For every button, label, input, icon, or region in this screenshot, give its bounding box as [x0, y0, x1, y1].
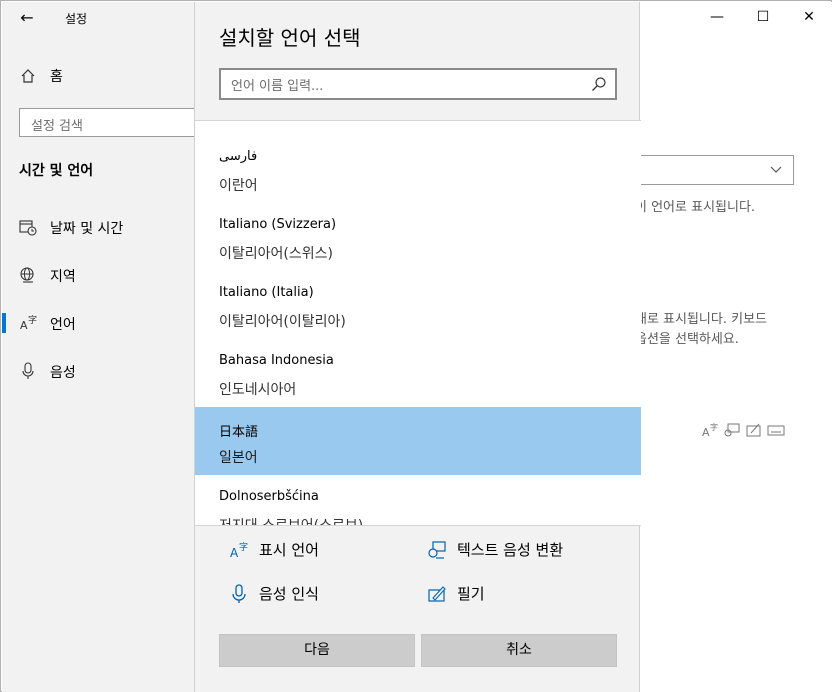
language-search-input[interactable]: 언어 이름 입력... [219, 68, 617, 100]
language-native-name: Bahasa Indonesia [219, 353, 334, 368]
language-local-name: 이란어 [219, 178, 258, 194]
home-icon [21, 69, 35, 83]
svg-text:A: A [702, 426, 710, 439]
next-button[interactable]: 다음 [219, 634, 415, 667]
title-bar: ← 설정 [2, 2, 194, 34]
minimize-button[interactable]: — [694, 9, 740, 33]
svg-text:A: A [20, 319, 28, 332]
language-install-dialog: 설치할 언어 선택 언어 이름 입력... فارسی 이란어 Italiano… [194, 2, 641, 692]
display-language-icon: A 字 [230, 541, 248, 560]
clock-calendar-icon [19, 220, 37, 236]
background-text: 새로 표시됩니다. 키보드 [635, 312, 767, 327]
language-feature-icons: A字 [701, 421, 785, 439]
dialog-title: 설치할 언어 선택 [219, 26, 361, 50]
sidebar-item-region[interactable]: 지역 [2, 260, 194, 290]
language-local-name: 일본어 [219, 450, 258, 466]
microphone-icon [232, 583, 246, 603]
feature-text-to-speech: 텍스트 음성 변환 [427, 539, 563, 560]
search-placeholder: 언어 이름 입력... [231, 79, 324, 94]
sidebar-item-label: 언어 [50, 317, 76, 333]
svg-text:字: 字 [239, 541, 248, 553]
display-language-icon: A字 [702, 422, 718, 439]
sidebar-item-label: 지역 [50, 269, 76, 285]
language-native-name: 日本語 [219, 425, 259, 440]
back-arrow-icon[interactable]: ← [16, 8, 38, 28]
chevron-down-icon [770, 166, 782, 173]
home-label: 홈 [50, 69, 63, 85]
sidebar: ← 설정 홈 설정 검색 시간 및 언어 날짜 및 시간 지역 A 字 언어 음… [2, 2, 197, 692]
feature-label: 텍스트 음성 변환 [457, 541, 564, 559]
language-item-selected[interactable]: 日本語 일본어 [195, 407, 641, 475]
feature-display-language: A 字 표시 언어 [229, 539, 319, 560]
cancel-button[interactable]: 취소 [421, 634, 617, 667]
settings-window: ← 설정 홈 설정 검색 시간 및 언어 날짜 및 시간 지역 A 字 언어 음… [0, 0, 832, 692]
close-button[interactable]: ✕ [786, 9, 832, 33]
language-features: A 字 표시 언어 텍스트 음성 변환 음성 인식 필기 [195, 527, 641, 627]
text-to-speech-icon [428, 540, 446, 559]
language-icon: A 字 [20, 314, 37, 332]
svg-text:字: 字 [28, 314, 37, 326]
text-to-speech-icon [724, 423, 740, 437]
feature-handwriting: 필기 [427, 583, 485, 604]
app-title: 설정 [65, 12, 88, 26]
language-local-name: 이탈리아어(스위스) [219, 246, 333, 262]
handwriting-icon [428, 585, 446, 602]
language-native-name: Italiano (Italia) [219, 285, 314, 300]
sidebar-item-speech[interactable]: 음성 [2, 356, 194, 386]
settings-content-background [639, 2, 832, 692]
sidebar-item-date-time[interactable]: 날짜 및 시간 [2, 212, 194, 242]
sidebar-item-language[interactable]: A 字 언어 [2, 308, 194, 338]
feature-label: 음성 인식 [259, 585, 319, 603]
background-text: 옵션을 선택하세요. [635, 332, 739, 347]
language-item[interactable]: Italiano (Svizzera) 이탈리아어(스위스) [195, 203, 641, 271]
search-placeholder: 설정 검색 [31, 119, 83, 134]
keyboard-icon [767, 425, 785, 436]
language-item[interactable]: فارسی 이란어 [195, 135, 641, 203]
language-native-name: Italiano (Svizzera) [219, 217, 337, 232]
settings-search-input[interactable]: 설정 검색 [19, 108, 197, 137]
maximize-button[interactable]: ☐ [740, 9, 786, 33]
language-native-name: فارسی [219, 149, 258, 164]
search-icon [592, 77, 606, 91]
language-item[interactable]: Italiano (Italia) 이탈리아어(이탈리아) [195, 271, 641, 339]
feature-speech-recognition: 음성 인식 [229, 583, 319, 604]
language-list[interactable]: فارسی 이란어 Italiano (Svizzera) 이탈리아어(스위스)… [195, 120, 641, 526]
display-language-dropdown[interactable] [639, 155, 794, 185]
language-local-name: 저지대 소르브어(소르브) [219, 518, 364, 526]
sidebar-item-label: 날짜 및 시간 [50, 221, 124, 237]
section-title: 시간 및 언어 [19, 163, 94, 179]
language-item[interactable]: Bahasa Indonesia 인도네시아어 [195, 339, 641, 407]
handwriting-icon [746, 423, 761, 437]
svg-text:A: A [230, 546, 239, 560]
home-link[interactable]: 홈 [20, 66, 63, 86]
svg-text:字: 字 [710, 422, 718, 432]
feature-label: 표시 언어 [259, 541, 319, 559]
language-item[interactable]: Dolnoserbšćina 저지대 소르브어(소르브) [195, 475, 641, 526]
microphone-icon [22, 362, 34, 379]
language-local-name: 이탈리아어(이탈리아) [219, 314, 346, 330]
background-text: 이 언어로 표시됩니다. [635, 200, 756, 215]
language-native-name: Dolnoserbšćina [219, 489, 319, 504]
globe-icon [20, 267, 34, 283]
feature-label: 필기 [457, 585, 485, 603]
language-local-name: 인도네시아어 [219, 382, 297, 398]
sidebar-item-label: 음성 [50, 365, 76, 381]
